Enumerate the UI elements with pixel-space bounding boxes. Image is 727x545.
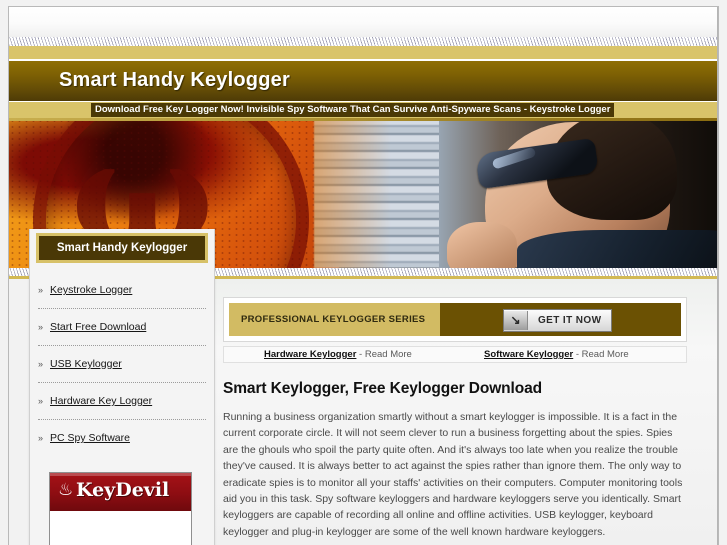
keydevil-ad-box[interactable]: ♨ KeyDevil <box>49 472 192 545</box>
sidebar-item-hardware-key-logger[interactable]: » Hardware Key Logger <box>30 384 214 419</box>
sidebar: Smart Handy Keylogger » Keystroke Logger… <box>29 229 215 545</box>
keydevil-logo-banner: ♨ KeyDevil <box>50 473 191 513</box>
sidebar-item-label: Keystroke Logger <box>50 284 133 296</box>
left-gutter <box>9 279 30 545</box>
site-title: Smart Handy Keylogger <box>59 69 290 91</box>
get-it-now-button[interactable]: ↘ GET IT NOW <box>503 309 613 332</box>
masthead-gold-band <box>9 46 718 59</box>
hero-blinds-artwork <box>314 118 454 268</box>
spy-hand <box>447 222 517 268</box>
software-keylogger-link[interactable]: Software Keylogger - Read More <box>484 349 629 360</box>
sidebar-title: Smart Handy Keylogger <box>39 236 205 260</box>
keydevil-wordmark: KeyDevil <box>76 479 170 501</box>
sidebar-title-box: Smart Handy Keylogger <box>36 233 208 263</box>
flame-icon: ♨ <box>58 480 74 499</box>
get-it-now-label: GET IT NOW <box>538 315 602 326</box>
sidebar-item-label: Hardware Key Logger <box>50 395 153 407</box>
software-keylogger-link-label: Software Keylogger <box>484 349 574 360</box>
sidebar-item-keystroke-logger[interactable]: » Keystroke Logger <box>30 273 214 308</box>
software-keylogger-read-more: - Read More <box>573 349 629 360</box>
hero-top-gold-rule <box>9 118 718 121</box>
main-content: PROFESSIONAL KEYLOGGER SERIES ↘ GET IT N… <box>223 297 703 540</box>
hardware-keylogger-read-more: - Read More <box>356 349 412 360</box>
download-arrow-icon: ↘ <box>504 311 528 330</box>
chevron-right-icon: » <box>38 359 44 369</box>
tagline-text: Download Free Key Logger Now! Invisible … <box>91 103 615 117</box>
sidebar-item-pc-spy-software[interactable]: » PC Spy Software <box>30 421 214 456</box>
browser-content-frame: Smart Handy Keylogger Download Free Key … <box>8 6 719 545</box>
chevron-right-icon: » <box>38 322 44 332</box>
promo-cta-area: ↘ GET IT NOW <box>440 303 681 336</box>
page-root: Smart Handy Keylogger Download Free Key … <box>0 0 727 545</box>
promo-series-label: PROFESSIONAL KEYLOGGER SERIES <box>229 303 440 336</box>
main-paragraph: Running a business organization smartly … <box>223 411 683 538</box>
sidebar-item-start-free-download[interactable]: » Start Free Download <box>30 310 214 345</box>
hatched-divider-top <box>9 37 718 46</box>
sidebar-item-label: PC Spy Software <box>50 432 130 444</box>
keydevil-ad-body <box>50 513 191 545</box>
chevron-right-icon: » <box>38 433 44 443</box>
sidebar-item-label: USB Keylogger <box>50 358 122 370</box>
sidebar-item-usb-keylogger[interactable]: » USB Keylogger <box>30 347 214 382</box>
read-more-links-row: Hardware Keylogger - Read More Software … <box>223 346 687 363</box>
spy-suit <box>517 230 718 268</box>
hardware-keylogger-link-label: Hardware Keylogger <box>264 349 357 360</box>
chevron-right-icon: » <box>38 396 44 406</box>
frame-right-edge <box>717 7 718 545</box>
chevron-right-icon: » <box>38 285 44 295</box>
sidebar-item-label: Start Free Download <box>50 321 147 333</box>
top-blank-strip <box>9 7 718 37</box>
hero-spy-photo <box>439 118 718 268</box>
promo-banner: PROFESSIONAL KEYLOGGER SERIES ↘ GET IT N… <box>223 297 687 342</box>
page-headline: Smart Keylogger, Free Keylogger Download <box>223 380 542 397</box>
sidebar-menu: » Keystroke Logger » Start Free Download… <box>30 273 214 456</box>
hardware-keylogger-link[interactable]: Hardware Keylogger - Read More <box>264 349 412 360</box>
